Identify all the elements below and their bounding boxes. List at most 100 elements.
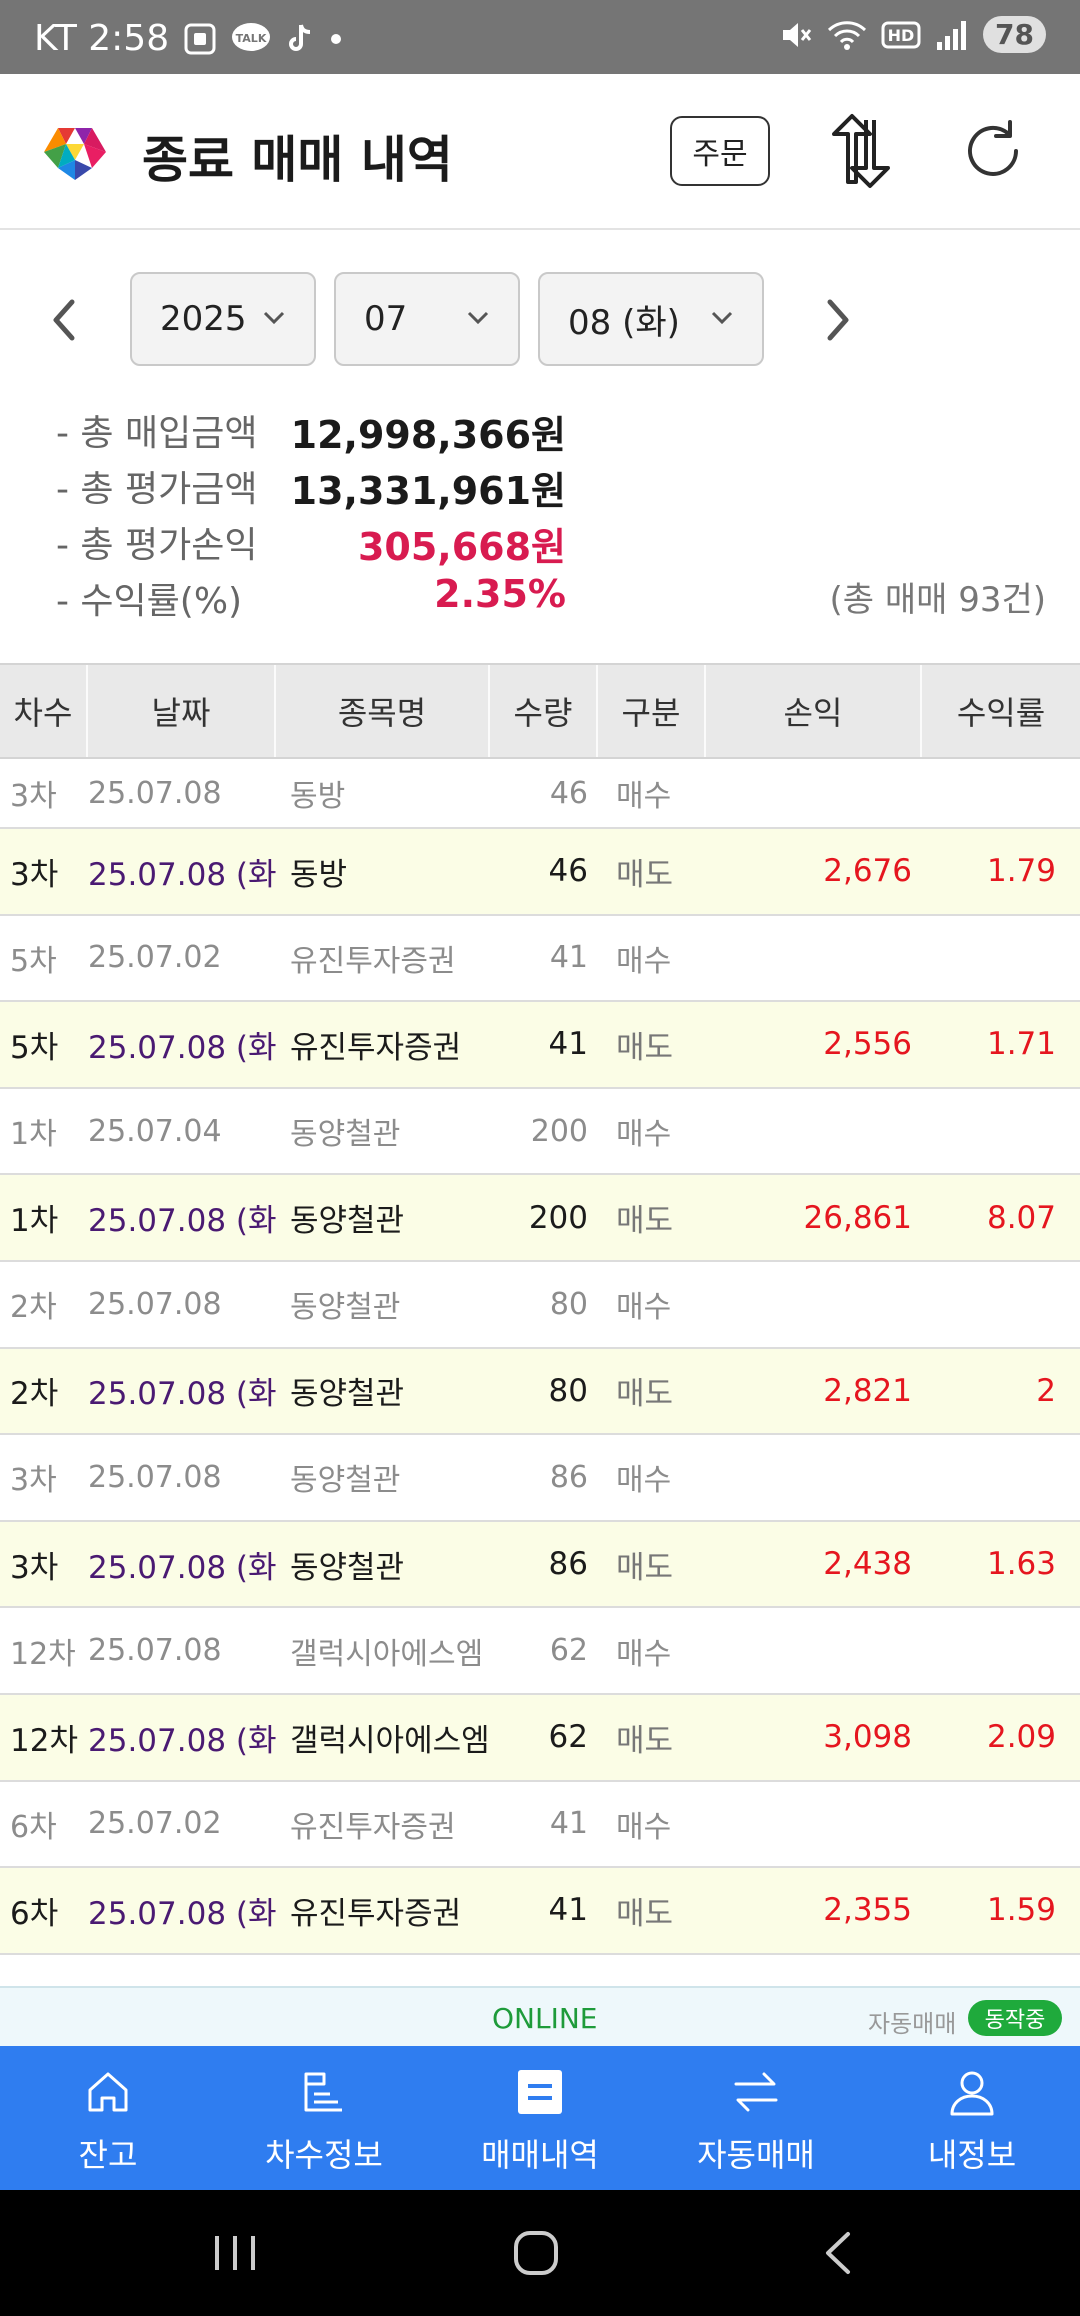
summary-value: 13,331,961원 — [290, 469, 566, 513]
status-bar-right: HD 78 — [779, 16, 1046, 53]
cell-round: 3차 — [10, 856, 59, 893]
cell-side: 매수 — [616, 1290, 672, 1326]
cell-side: 매도 — [616, 1203, 674, 1240]
cell-round: 1차 — [10, 1117, 57, 1153]
cell-rate: 1.63 — [986, 1546, 1056, 1583]
col-header-pl[interactable]: 손익 — [706, 665, 922, 757]
nav-label: 매매내역 — [481, 2136, 599, 2174]
cell-round: 3차 — [10, 1549, 59, 1586]
table-row-sell[interactable]: 5차 25.07.08 (화) 유진투자증권 41 매도 2,556 1.71 — [0, 1002, 1080, 1089]
home-icon — [88, 2072, 128, 2112]
cell-rate: 1.71 — [986, 1026, 1056, 1063]
cell-name: 유진투자증권 — [290, 1029, 462, 1066]
cell-round: 3차 — [10, 779, 57, 814]
table-row-sell[interactable]: 12차 25.07.08 (화) 갤럭시아에스엠 62 매도 3,098 2.09 — [0, 1694, 1080, 1782]
col-header-qty[interactable]: 수량 — [490, 665, 598, 757]
cell-name: 동양철관 — [290, 1203, 405, 1240]
col-header-side[interactable]: 구분 — [598, 665, 706, 757]
table-row-buy[interactable]: 1차 25.07.04 동양철관 200 매수 — [0, 1088, 1080, 1176]
col-header-round[interactable]: 차수 — [0, 665, 88, 757]
col-header-name[interactable]: 종목명 — [276, 665, 490, 757]
cell-rate — [922, 1089, 1080, 1174]
table-row-buy[interactable]: 3차 25.07.08 동방 46 매수 — [0, 759, 1080, 829]
notification-dot-icon — [329, 32, 343, 46]
cell-round: 5차 — [10, 1029, 59, 1066]
nav-item-auto-trade[interactable]: 자동매매 — [648, 2046, 864, 2190]
cell-pl: 2,676 — [823, 853, 912, 890]
year-select[interactable]: 2025 — [130, 272, 316, 366]
table-row-buy[interactable]: 3차 25.07.08 동양철관 86 매수 — [0, 1435, 1080, 1522]
table-row-sell[interactable]: 3차 25.07.08 (화) 동방 46 매도 2,676 1.79 — [0, 829, 1080, 916]
refresh-icon[interactable] — [958, 116, 1028, 186]
cell-date: 25.07.02 — [88, 1806, 222, 1842]
summary-label: - 수익률(%) — [56, 581, 243, 622]
nav-item-trade-history[interactable]: 매매내역 — [432, 2046, 648, 2190]
cell-rate: 1.59 — [986, 1892, 1056, 1929]
cell-round: 5차 — [10, 943, 57, 979]
cell-name: 동양철관 — [290, 1463, 401, 1499]
table-row-buy[interactable]: 2차 25.07.08 동양철관 80 매수 — [0, 1261, 1080, 1349]
table-row-sell[interactable]: 2차 25.07.08 (화) 동양철관 80 매도 2,821 2 — [0, 1348, 1080, 1436]
chevron-down-icon — [263, 311, 285, 325]
rounds-icon — [304, 2072, 342, 2112]
recent-apps-icon[interactable] — [205, 2228, 265, 2278]
cell-qty: 200 — [528, 1199, 588, 1236]
cell-name: 유진투자증권 — [290, 1809, 456, 1845]
summary-total-buy: - 총 매입금액 12,998,366원 — [56, 404, 1046, 457]
table-row-buy[interactable]: 6차 25.07.02 유진투자증권 41 매수 — [0, 1781, 1080, 1869]
order-button[interactable]: 주문 — [670, 116, 770, 186]
cell-rate — [922, 759, 1080, 827]
cell-rate — [922, 1435, 1080, 1520]
cell-rate — [922, 1262, 1080, 1347]
status-time: 2:58 — [88, 18, 170, 59]
day-select[interactable]: 08 (화) — [538, 272, 764, 366]
nav-item-balance[interactable]: 잔고 — [0, 2046, 216, 2190]
cell-round: 1차 — [10, 1203, 59, 1240]
mute-icon — [779, 18, 813, 52]
back-icon[interactable] — [808, 2228, 868, 2278]
day-select-value: 08 (화) — [568, 302, 680, 343]
table-header: 차수 날짜 종목명 수량 구분 손익 수익률 — [0, 663, 1080, 759]
nav-item-rounds[interactable]: 차수정보 — [216, 2046, 432, 2190]
cell-pl — [706, 1089, 922, 1174]
cell-round: 6차 — [10, 1895, 59, 1932]
next-date-chevron-icon[interactable] — [818, 296, 858, 344]
year-select-value: 2025 — [160, 299, 247, 339]
table-row-sell[interactable]: 6차 25.07.08 (화) 유진투자증권 41 매도 2,355 1.59 — [0, 1868, 1080, 1955]
cell-pl — [706, 759, 922, 827]
summary-return: - 수익률(%) 2.35% (총 매매 93건) — [56, 572, 1046, 624]
cell-side: 매도 — [616, 856, 674, 893]
home-button-icon[interactable] — [506, 2228, 566, 2278]
cell-name: 갤럭시아에스엠 — [290, 1722, 490, 1759]
table-row-sell[interactable]: 3차 25.07.08 (화) 동양철관 86 매도 2,438 1.63 — [0, 1521, 1080, 1609]
cell-qty: 41 — [549, 1806, 588, 1842]
status-bar: KT 2:58 TALK HD 78 — [0, 0, 1080, 74]
status-bar-left: KT 2:58 TALK — [34, 18, 343, 59]
prev-date-chevron-icon[interactable] — [44, 296, 84, 344]
summary-label: - 총 평가손익 — [56, 525, 258, 566]
month-select[interactable]: 07 — [334, 272, 520, 366]
sort-swap-icon[interactable] — [822, 112, 900, 190]
table-row-buy[interactable]: 5차 25.07.02 유진투자증권 41 매수 — [0, 915, 1080, 1003]
auto-trade-status-badge[interactable]: 동작중 — [968, 2000, 1062, 2036]
cell-date: 25.07.08 (화) — [88, 1722, 276, 1759]
cell-rate: 1.79 — [986, 853, 1056, 890]
cell-name: 유진투자증권 — [290, 943, 456, 979]
nav-item-my-info[interactable]: 내정보 — [864, 2046, 1080, 2190]
nav-label: 자동매매 — [697, 2136, 815, 2174]
cell-side: 매수 — [616, 1809, 672, 1845]
month-select-value: 07 — [364, 299, 408, 339]
trade-history-table[interactable]: 3차 25.07.08 동방 46 매수 3차 25.07.08 (화) 동방 46 매도 2,67… — [0, 759, 1080, 1985]
nav-label: 차수정보 — [265, 2136, 383, 2174]
cell-round: 2차 — [10, 1376, 59, 1413]
battery-indicator: 78 — [983, 16, 1046, 53]
cell-pl: 2,438 — [823, 1546, 912, 1583]
table-row-buy[interactable]: 12차 25.07.08 갤럭시아에스엠 62 매수 — [0, 1608, 1080, 1695]
col-header-rate[interactable]: 수익률 — [922, 665, 1080, 757]
table-row-sell[interactable]: 1차 25.07.08 (화) 동양철관 200 매도 26,861 8.07 — [0, 1175, 1080, 1262]
cell-round: 6차 — [10, 1809, 57, 1845]
page-title: 종료 매매 내역 — [142, 131, 453, 189]
col-header-date[interactable]: 날짜 — [88, 665, 276, 757]
cell-round: 12차 — [10, 1636, 76, 1672]
cell-qty: 41 — [548, 1892, 588, 1929]
